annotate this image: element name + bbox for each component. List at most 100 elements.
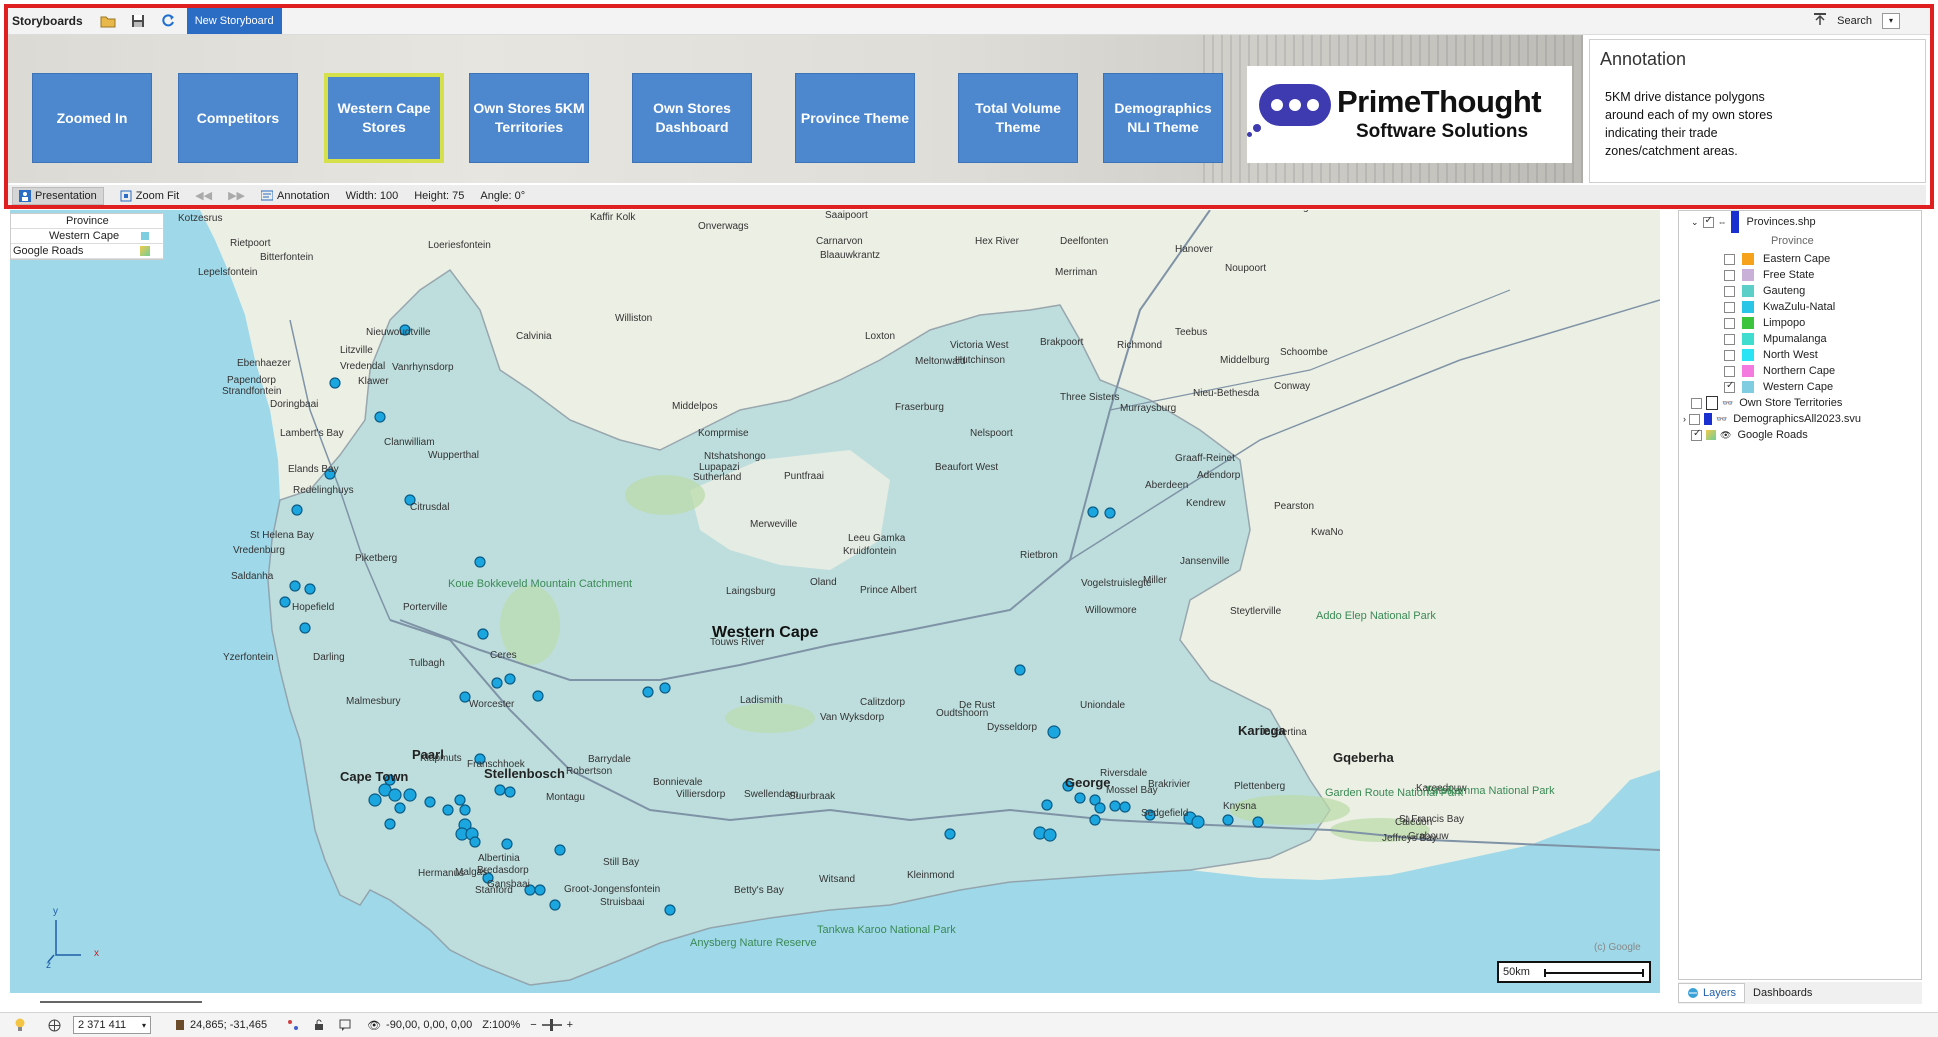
zoom-out-icon: −	[530, 1019, 537, 1031]
province-item[interactable]: Eastern Cape	[1724, 251, 1830, 267]
demographics-layer-icon	[1704, 413, 1712, 425]
visibility-icon: 👓	[1716, 413, 1728, 424]
storyboard-button[interactable]: Province Theme	[795, 73, 915, 163]
province-item[interactable]: Northern Cape	[1724, 363, 1835, 379]
map-place-label: George	[1065, 775, 1111, 790]
storyboard-button[interactable]: Total Volume Theme	[958, 73, 1078, 163]
province-item[interactable]: North West	[1724, 347, 1818, 363]
scale-bar: 50km	[1497, 961, 1651, 983]
map-place-label: Worcester	[469, 699, 515, 710]
map-place-label: Caledon	[1395, 817, 1433, 828]
storyboard-button[interactable]: Zoomed In	[32, 73, 152, 163]
province-item-checkbox[interactable]	[1724, 349, 1735, 361]
zoom-slider[interactable]: − +	[530, 1019, 573, 1031]
map-canvas[interactable]: Province Western Cape Google Roads Weste…	[10, 210, 1660, 993]
province-item[interactable]: Limpopo	[1724, 315, 1805, 331]
polygon-layer-icon	[1706, 396, 1718, 410]
globe-icon[interactable]	[48, 1019, 61, 1032]
province-item[interactable]: Gauteng	[1724, 283, 1805, 299]
storyboard-button[interactable]: Own Stores 5KM Territories	[469, 73, 589, 163]
save-icon[interactable]	[129, 12, 147, 30]
map-place-label: Wupperthal	[428, 450, 479, 461]
lock-icon[interactable]	[313, 1019, 325, 1031]
map-place-label: Yzerfontein	[223, 652, 274, 663]
province-item[interactable]: Free State	[1724, 267, 1814, 283]
next-button[interactable]: ▶▶	[228, 189, 245, 202]
layer-checkbox[interactable]	[1691, 428, 1702, 441]
layer-checkbox[interactable]	[1689, 413, 1700, 425]
legend-row-province: Province	[11, 214, 163, 229]
coordinates-icon	[176, 1020, 184, 1030]
map-place-label: Doringbaai	[270, 399, 319, 410]
map-place-label: Montagu	[546, 792, 585, 803]
province-layer-icon	[1730, 211, 1739, 233]
tab-layers[interactable]: Layers	[1678, 983, 1746, 1003]
presentation-button[interactable]: Presentation	[12, 186, 104, 205]
province-item-checkbox[interactable]	[1724, 253, 1735, 265]
map-place-label: Ntshatshongo	[704, 451, 766, 462]
province-item-checkbox[interactable]	[1724, 380, 1735, 393]
province-item-label: Western Cape	[1763, 381, 1834, 393]
new-storyboard-button[interactable]: New Storyboard	[186, 8, 282, 34]
storyboard-button[interactable]: Competitors	[178, 73, 298, 163]
province-item-label: Limpopo	[1763, 317, 1806, 329]
map-place-label: Kendrew	[1186, 498, 1226, 509]
province-item-label: Free State	[1763, 269, 1815, 281]
map-place-label: Klapmuts	[420, 753, 462, 764]
map-place-label: St Helena Bay	[250, 530, 314, 541]
visibility-icon: 👓	[1722, 397, 1734, 408]
horizontal-scrollbar[interactable]	[40, 1001, 202, 1003]
map-place-label: Kleinmond	[907, 870, 955, 881]
layer-demographics[interactable]: › 👓 DemographicsAll2023.svu	[1683, 411, 1861, 427]
map-place-label: Hermanus	[418, 868, 465, 879]
map-place-label: Pearston	[1274, 501, 1315, 512]
map-place-label: Robertson	[566, 766, 613, 777]
province-item-checkbox[interactable]	[1724, 285, 1735, 297]
province-item-checkbox[interactable]	[1724, 365, 1735, 377]
province-color-swatch	[1742, 365, 1754, 377]
layer-own-store-territories[interactable]: 👓 Own Store Territories	[1691, 395, 1842, 411]
layers-tabs: Layers Dashboards	[1678, 982, 1922, 1004]
map-place-label: Laingsburg	[726, 586, 776, 597]
search-label[interactable]: Search	[1837, 15, 1872, 27]
refresh-icon[interactable]	[159, 12, 177, 30]
scale-select[interactable]: 2 371 411 ▾	[73, 1016, 151, 1034]
map-place-label: Malmesbury	[346, 696, 401, 707]
province-item[interactable]: Western Cape	[1724, 379, 1833, 395]
layer-google-roads[interactable]: 👁 Google Roads	[1691, 427, 1808, 443]
previous-button[interactable]: ◀◀	[195, 189, 212, 202]
layer-checkbox[interactable]	[1691, 397, 1702, 409]
eye-icon: 👁	[367, 1019, 382, 1032]
province-item[interactable]: Mpumalanga	[1724, 331, 1827, 347]
province-item-label: Gauteng	[1763, 285, 1806, 297]
legend-row-google-roads: Google Roads	[11, 244, 163, 259]
annotation-title: Annotation	[1600, 49, 1687, 69]
layer-provinces[interactable]: ⌄ ⇔ Provinces.shp	[1691, 211, 1816, 233]
zoom-fit-button[interactable]: Zoom Fit	[120, 190, 179, 202]
map-place-label: Williston	[615, 313, 653, 324]
storyboard-button-active[interactable]: Western Cape Stores	[324, 73, 444, 163]
map-place-label: Papendorp	[227, 375, 276, 386]
tab-dashboards[interactable]: Dashboards	[1745, 984, 1820, 1002]
map-legend: Province Western Cape Google Roads	[10, 213, 164, 260]
comment-icon[interactable]	[339, 1019, 351, 1031]
pin-top-icon[interactable]	[1813, 12, 1827, 29]
annotation-text: 5KM drive distance polygons around each …	[1605, 90, 1773, 158]
snap-icon[interactable]	[287, 1019, 299, 1031]
layer-provinces-checkbox[interactable]	[1702, 215, 1714, 228]
status-bar: 2 371 411 ▾ 24,865; -31,465 👁 -90,00, 0,0…	[0, 1012, 1938, 1037]
annotation-toggle[interactable]: Annotation	[261, 190, 330, 202]
search-dropdown[interactable]: ▾	[1882, 12, 1900, 29]
open-folder-icon[interactable]	[99, 12, 117, 30]
map-place-label: Adendorp	[1197, 470, 1241, 481]
storyboard-button[interactable]: Own Stores Dashboard	[632, 73, 752, 163]
province-item-checkbox[interactable]	[1724, 301, 1735, 313]
province-item-checkbox[interactable]	[1724, 333, 1735, 345]
province-item-checkbox[interactable]	[1724, 317, 1735, 329]
province-item[interactable]: KwaZulu-Natal	[1724, 299, 1835, 315]
lightbulb-icon[interactable]	[14, 1018, 26, 1032]
storyboard-button[interactable]: Demographics NLI Theme	[1103, 73, 1223, 163]
province-item-checkbox[interactable]	[1724, 269, 1735, 281]
province-item-label: Eastern Cape	[1763, 253, 1831, 265]
storyboards-toolbar: Storyboards New Storyboard Search ▾	[8, 8, 1930, 35]
